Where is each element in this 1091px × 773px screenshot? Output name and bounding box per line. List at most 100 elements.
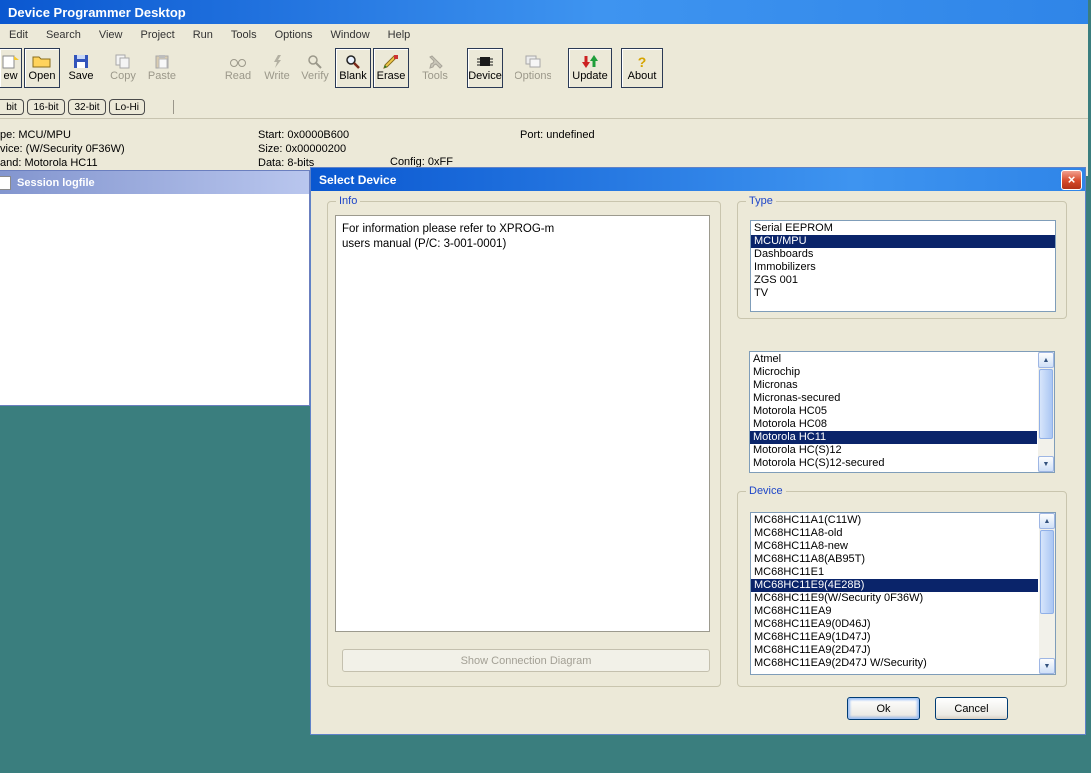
- menu-item[interactable]: Edit: [0, 26, 37, 44]
- manufacturer-list-item[interactable]: Microchip: [750, 366, 1037, 379]
- scroll-up-icon: ▲: [1042, 356, 1050, 364]
- about-question-icon: ?: [637, 53, 647, 70]
- status-device: vice: (W/Security 0F36W): [0, 143, 125, 155]
- scroll-down-icon: ▼: [1042, 460, 1050, 468]
- menu-item[interactable]: Help: [379, 26, 420, 44]
- device-list-item[interactable]: MC68HC11EA9(0D46J): [751, 618, 1038, 631]
- scroll-up-button[interactable]: ▲: [1039, 513, 1055, 529]
- scrollbar-thumb[interactable]: [1039, 369, 1053, 439]
- manufacturer-list-item[interactable]: Motorola HC(S)12-secured: [750, 457, 1037, 470]
- device-list-item[interactable]: MC68HC11A8(AB95T): [751, 553, 1038, 566]
- manufacturer-list-item[interactable]: Motorola HC05: [750, 405, 1037, 418]
- read-glasses-icon: [229, 53, 247, 70]
- options-icon: [525, 53, 541, 70]
- status-port: Port: undefined: [520, 129, 595, 141]
- read-button[interactable]: Read: [220, 48, 256, 88]
- device-list-item[interactable]: MC68HC11E1: [751, 566, 1038, 579]
- session-titlebar[interactable]: Session logfile: [0, 171, 309, 194]
- type-list-item[interactable]: Serial EEPROM: [751, 222, 1055, 235]
- session-title-text: Session logfile: [17, 176, 95, 189]
- info-text-panel: For information please refer to XPROG-m …: [335, 215, 710, 632]
- session-logfile-window: Session logfile: [0, 170, 310, 406]
- type-group: Type Serial EEPROM MCU/MPU Dashboards Immob…: [737, 195, 1067, 319]
- ok-button[interactable]: Ok: [847, 697, 920, 720]
- manufacturer-list-item[interactable]: Micronas: [750, 379, 1037, 392]
- write-button[interactable]: Write: [259, 48, 295, 88]
- write-lightning-icon: [270, 53, 284, 70]
- device-list-item[interactable]: MC68HC11A8-old: [751, 527, 1038, 540]
- save-button[interactable]: Save: [63, 48, 99, 88]
- new-button[interactable]: ew: [0, 48, 22, 88]
- manufacturer-list-item[interactable]: Micronas-secured: [750, 392, 1037, 405]
- status-type: pe: MCU/MPU: [0, 129, 71, 141]
- tools-button[interactable]: Tools: [417, 48, 453, 88]
- paste-button[interactable]: Paste: [144, 48, 180, 88]
- menu-item[interactable]: Options: [266, 26, 322, 44]
- scroll-down-icon: ▼: [1043, 662, 1051, 670]
- format-8bit-button[interactable]: bit: [0, 99, 24, 115]
- verify-button[interactable]: Verify: [297, 48, 333, 88]
- type-list-item[interactable]: Immobilizers: [751, 261, 1055, 274]
- info-line: users manual (P/C: 3-001-0001): [342, 238, 507, 250]
- open-button[interactable]: Open: [24, 48, 60, 88]
- dialog-titlebar[interactable]: Select Device ×: [311, 168, 1085, 191]
- show-connection-diagram-button[interactable]: Show Connection Diagram: [342, 649, 710, 672]
- device-list-item[interactable]: MC68HC11E9(W/Security 0F36W): [751, 592, 1038, 605]
- about-button[interactable]: ? About: [621, 48, 663, 88]
- menu-item[interactable]: Tools: [222, 26, 266, 44]
- copy-icon: [115, 53, 131, 70]
- format-16bit-button[interactable]: 16-bit: [27, 99, 65, 115]
- device-list-item[interactable]: MC68HC11A1(C11W): [751, 514, 1038, 527]
- type-list-item[interactable]: ZGS 001: [751, 274, 1055, 287]
- manufacturer-list-item[interactable]: Motorola HC11: [750, 431, 1037, 444]
- device-list-item[interactable]: MC68HC11EA9(1D47J): [751, 631, 1038, 644]
- device-scrollbar[interactable]: ▲ ▼: [1039, 513, 1055, 674]
- blank-button[interactable]: Blank: [335, 48, 371, 88]
- format-lohi-button[interactable]: Lo-Hi: [109, 99, 145, 115]
- options-button[interactable]: Options: [515, 48, 551, 88]
- scroll-down-button[interactable]: ▼: [1038, 456, 1054, 472]
- close-button[interactable]: ×: [1061, 169, 1082, 190]
- scroll-up-button[interactable]: ▲: [1038, 352, 1054, 368]
- verify-magnifier-icon: [307, 53, 323, 70]
- type-listbox[interactable]: Serial EEPROM MCU/MPU Dashboards Immobilize…: [750, 220, 1056, 312]
- copy-button[interactable]: Copy: [105, 48, 141, 88]
- new-icon: [2, 53, 20, 70]
- device-list-item[interactable]: MC68HC11EA9(2D47J): [751, 644, 1038, 657]
- type-list-item[interactable]: Dashboards: [751, 248, 1055, 261]
- desktop: Device Programmer Desktop Edit Search View…: [0, 0, 1091, 773]
- open-folder-icon: [32, 53, 52, 70]
- update-button[interactable]: Update: [568, 48, 612, 88]
- device-button[interactable]: Device: [467, 48, 503, 88]
- menu-item[interactable]: Run: [184, 26, 222, 44]
- device-list-item[interactable]: MC68HC11A8-new: [751, 540, 1038, 553]
- device-listbox[interactable]: MC68HC11A1(C11W) MC68HC11A8-old MC68HC11A8…: [750, 512, 1056, 675]
- scroll-down-button[interactable]: ▼: [1039, 658, 1055, 674]
- menu-item[interactable]: Project: [131, 26, 183, 44]
- erase-button[interactable]: Erase: [373, 48, 409, 88]
- scrollbar-thumb[interactable]: [1040, 530, 1054, 614]
- close-icon: ×: [1067, 172, 1076, 187]
- device-group: Device MC68HC11A1(C11W) MC68HC11A8-old MC6…: [737, 485, 1067, 687]
- session-log-content[interactable]: [0, 194, 309, 405]
- menu-item[interactable]: View: [90, 26, 132, 44]
- format-toolbar: bit 16-bit 32-bit Lo-Hi: [0, 96, 1088, 119]
- manufacturer-scrollbar[interactable]: ▲ ▼: [1038, 352, 1054, 472]
- manufacturer-listbox[interactable]: Atmel Microchip Micronas Micronas-secured Mo…: [749, 351, 1055, 473]
- menu-item[interactable]: Window: [322, 26, 379, 44]
- main-titlebar[interactable]: Device Programmer Desktop: [0, 0, 1088, 24]
- device-list-item[interactable]: MC68HC11EA9(2D47J W/Security): [751, 657, 1038, 670]
- cancel-button[interactable]: Cancel: [935, 697, 1008, 720]
- info-line: For information please refer to XPROG-m: [342, 223, 555, 235]
- status-size: Size: 0x00000200: [258, 143, 347, 155]
- format-32bit-button[interactable]: 32-bit: [68, 99, 106, 115]
- manufacturer-list-item[interactable]: Atmel: [750, 353, 1037, 366]
- device-list-item[interactable]: MC68HC11E9(4E28B): [751, 579, 1038, 592]
- type-list-item[interactable]: TV: [751, 287, 1055, 300]
- menu-item[interactable]: Search: [37, 26, 90, 44]
- device-group-label: Device: [746, 485, 786, 497]
- manufacturer-list-item[interactable]: Motorola HC08: [750, 418, 1037, 431]
- manufacturer-list-item[interactable]: Motorola HC(S)12: [750, 444, 1037, 457]
- type-list-item[interactable]: MCU/MPU: [751, 235, 1055, 248]
- device-list-item[interactable]: MC68HC11EA9: [751, 605, 1038, 618]
